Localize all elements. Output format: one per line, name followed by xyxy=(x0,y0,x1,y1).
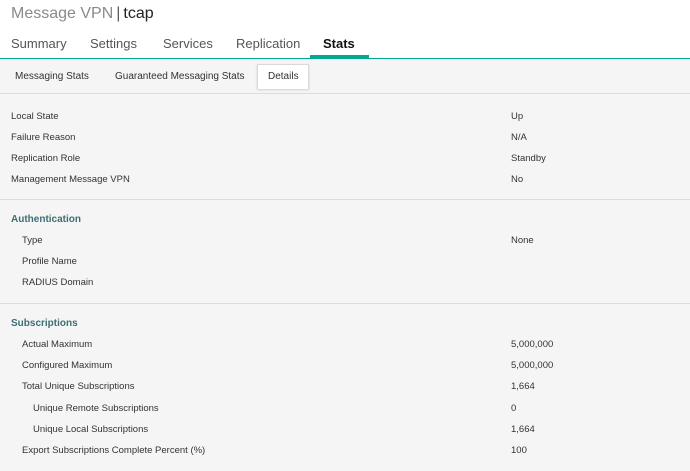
tab-settings[interactable]: Settings xyxy=(90,36,137,51)
detail-label: Replication Role xyxy=(11,153,81,164)
tab-replication[interactable]: Replication xyxy=(236,36,300,51)
detail-value: N/A xyxy=(511,132,527,143)
page-title-separator: | xyxy=(116,5,121,22)
detail-value: 5,000,000 xyxy=(511,360,554,371)
detail-label: Failure Reason xyxy=(11,132,76,143)
tab-services[interactable]: Services xyxy=(163,36,213,51)
detail-label: Unique Local Subscriptions xyxy=(33,424,149,435)
section-divider xyxy=(0,199,690,200)
detail-value: 1,664 xyxy=(511,424,535,435)
detail-value: 100 xyxy=(511,445,527,456)
section-title-authentication: Authentication xyxy=(11,214,81,225)
section-divider xyxy=(0,303,690,304)
tab-summary[interactable]: Summary xyxy=(11,36,67,51)
detail-label: Unique Remote Subscriptions xyxy=(33,403,159,414)
detail-value: None xyxy=(511,235,534,246)
subtab-details[interactable]: Details xyxy=(268,71,299,82)
detail-value: 5,000,000 xyxy=(511,339,554,350)
detail-label: Local State xyxy=(11,111,59,122)
detail-label: Actual Maximum xyxy=(22,339,93,350)
detail-label: Type xyxy=(22,235,43,246)
detail-value: 0 xyxy=(511,403,517,414)
detail-label: Export Subscriptions Complete Percent (%… xyxy=(22,445,206,456)
detail-value: No xyxy=(511,174,524,185)
subtab-messaging-stats[interactable]: Messaging Stats xyxy=(15,71,89,82)
page-title: Message VPN | tcap xyxy=(11,4,154,24)
detail-value: Up xyxy=(511,111,524,122)
page-title-prefix: Message VPN xyxy=(11,5,114,22)
detail-value: 1,664 xyxy=(511,381,535,392)
detail-label: Configured Maximum xyxy=(22,360,113,371)
sub-tab-bar: Messaging Stats Guaranteed Messaging Sta… xyxy=(0,59,690,94)
vpn-name: tcap xyxy=(123,5,154,22)
tab-stats[interactable]: Stats xyxy=(323,36,355,51)
active-tab-indicator xyxy=(310,55,369,58)
detail-label: Management Message VPN xyxy=(11,174,130,185)
detail-label: Total Unique Subscriptions xyxy=(22,381,135,392)
subtab-guaranteed-messaging-stats[interactable]: Guaranteed Messaging Stats xyxy=(115,71,245,82)
detail-label: RADIUS Domain xyxy=(22,277,94,288)
section-title-subscriptions: Subscriptions xyxy=(11,318,78,329)
main-tab-bar: Summary Settings Services Replication St… xyxy=(0,30,690,59)
detail-label: Profile Name xyxy=(22,256,77,267)
stats-panel: Messaging Stats Guaranteed Messaging Sta… xyxy=(0,59,690,471)
detail-value: Standby xyxy=(511,153,546,164)
